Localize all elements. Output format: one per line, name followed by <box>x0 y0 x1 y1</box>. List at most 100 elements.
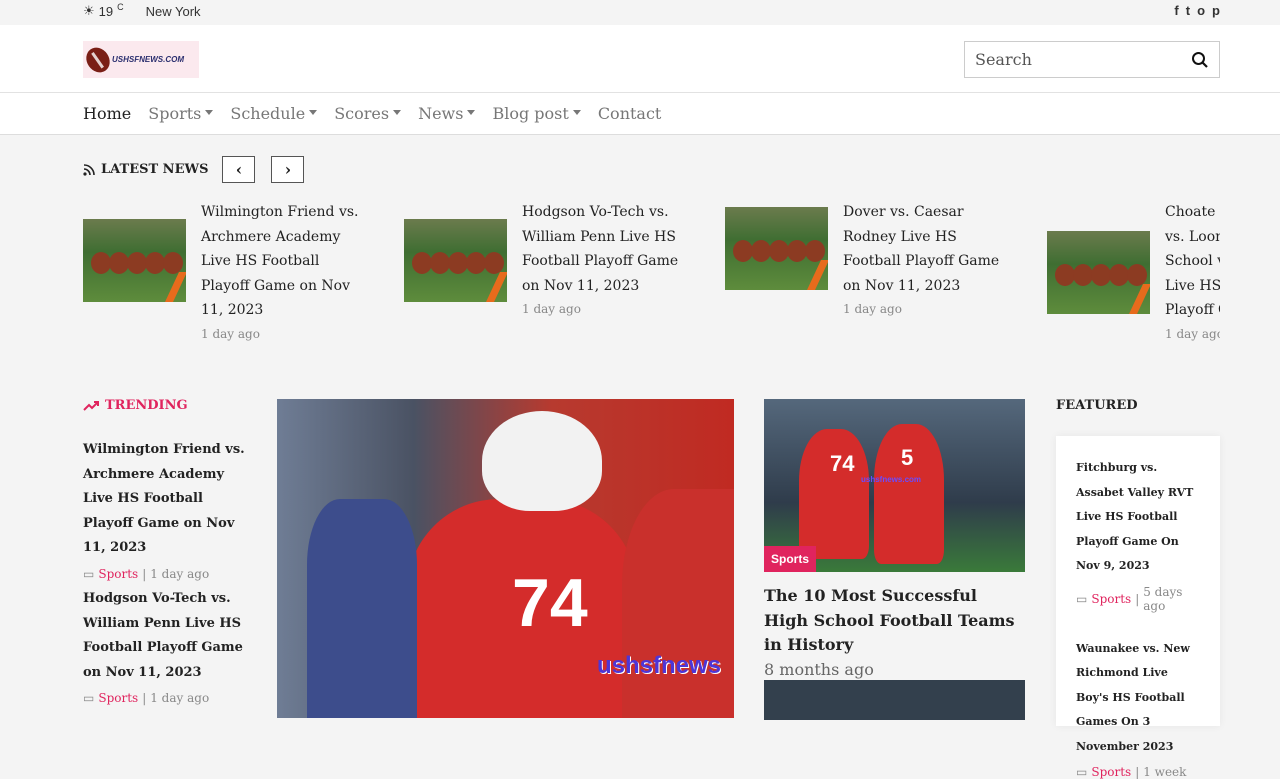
jersey-number: 5 <box>901 445 913 471</box>
jersey-number: 74 <box>512 564 588 642</box>
caret-down-icon <box>467 110 475 115</box>
nav-news[interactable]: News <box>418 104 475 123</box>
meta-separator: | <box>142 567 146 581</box>
nav-contact[interactable]: Contact <box>598 104 662 123</box>
trending-item: Hodgson Vo-Tech vs. William Penn Live HS… <box>83 587 253 705</box>
facebook-icon[interactable]: f <box>1174 3 1178 18</box>
nav-schedule[interactable]: Schedule <box>230 104 317 123</box>
trending-item: Wilmington Friend vs. Archmere Academy L… <box>83 438 253 581</box>
chevron-left-icon: ‹ <box>236 160 242 179</box>
trending-item-title[interactable]: Hodgson Vo-Tech vs. William Penn Live HS… <box>83 587 253 685</box>
jersey-number: 74 <box>830 451 854 477</box>
site-logo[interactable]: USHSFNEWS.COM <box>83 41 199 78</box>
category-link[interactable]: Sports <box>1091 765 1131 779</box>
ticker-title[interactable]: Wilmington Friend vs. Archmere Academy L… <box>201 200 371 323</box>
post-time: 1 day ago <box>150 567 209 581</box>
ticker-time: 1 day ago <box>522 302 692 316</box>
site-header: USHSFNEWS.COM <box>0 25 1280 93</box>
folder-icon: ▭ <box>1076 765 1087 779</box>
image-watermark: ushsfnews <box>597 652 721 680</box>
folder-icon: ▭ <box>83 567 94 581</box>
player-shape <box>799 429 869 559</box>
instagram-icon[interactable]: o <box>1197 3 1205 18</box>
post-time: 1 week <box>1143 765 1186 779</box>
ticker-time: 1 day ago <box>843 302 1013 316</box>
post-time: 1 day ago <box>150 691 209 705</box>
ticker-prev-button[interactable]: ‹ <box>222 156 255 183</box>
ticker-time: 1 day ago <box>1165 327 1220 341</box>
pinterest-icon[interactable]: p <box>1212 3 1220 18</box>
meta-separator: | <box>1135 592 1139 606</box>
article-image[interactable]: 74 5 ushsfnews.com Sports <box>764 399 1025 572</box>
post-time: 5 days ago <box>1143 585 1204 613</box>
twitter-icon[interactable]: t <box>1186 3 1190 18</box>
featured-panel: Fitchburg vs. Assabet Valley RVT Live HS… <box>1056 436 1220 726</box>
top-bar: ☀ 19 C New York f t o p <box>0 0 1280 25</box>
football-logo-icon <box>82 43 115 77</box>
featured-item: Fitchburg vs. Assabet Valley RVT Live HS… <box>1076 456 1204 613</box>
image-watermark: ushsfnews.com <box>861 475 921 484</box>
temperature-unit: C <box>117 2 124 12</box>
sun-icon: ☀ <box>83 3 95 19</box>
spectator-shape <box>307 499 417 718</box>
search-input[interactable] <box>975 50 1191 69</box>
ticker-thumbnail[interactable] <box>725 207 828 290</box>
trending-item-title[interactable]: Wilmington Friend vs. Archmere Academy L… <box>83 438 253 561</box>
player-shape <box>622 489 734 718</box>
nav-label: Sports <box>148 104 201 123</box>
ticker-item[interactable]: Hodgson Vo-Tech vs. William Penn Live HS… <box>404 200 692 316</box>
ticker-next-button[interactable]: › <box>271 156 304 183</box>
folder-icon: ▭ <box>1076 592 1087 606</box>
category-link[interactable]: Sports <box>98 567 138 581</box>
article-card: 74 5 ushsfnews.com Sports The 10 Most Su… <box>764 399 1025 679</box>
category-tag[interactable]: Sports <box>764 546 816 572</box>
caret-down-icon <box>393 110 401 115</box>
trending-header: TRENDING <box>83 398 188 413</box>
nav-sports[interactable]: Sports <box>148 104 213 123</box>
featured-item-title[interactable]: Waunakee vs. New Richmond Live Boy's HS … <box>1076 637 1204 760</box>
article-image[interactable] <box>764 680 1025 720</box>
rss-icon <box>83 164 95 176</box>
search-icon[interactable] <box>1191 51 1209 69</box>
nav-label: Blog post <box>492 104 568 123</box>
hero-image[interactable]: 74 ushsfnews <box>277 399 734 718</box>
nav-label: News <box>418 104 463 123</box>
nav-blog-post[interactable]: Blog post <box>492 104 580 123</box>
meta-separator: | <box>142 691 146 705</box>
helmet-shape <box>482 411 602 511</box>
caret-down-icon <box>573 110 581 115</box>
nav-label: Contact <box>598 104 662 123</box>
logo-text: USHSFNEWS.COM <box>112 55 184 64</box>
trending-title: TRENDING <box>105 398 188 413</box>
ticker-thumbnail[interactable] <box>404 219 507 302</box>
nav-label: Schedule <box>230 104 305 123</box>
city-name: New York <box>146 4 201 19</box>
caret-down-icon <box>205 110 213 115</box>
featured-item: Waunakee vs. New Richmond Live Boy's HS … <box>1076 637 1204 779</box>
ticker-item[interactable]: Choate Rosemary Hall vs. Loomis Chaffee … <box>1047 200 1220 341</box>
ticker-item[interactable]: Dover vs. Caesar Rodney Live HS Football… <box>725 200 1013 316</box>
nav-label: Home <box>83 104 131 123</box>
category-link[interactable]: Sports <box>98 691 138 705</box>
ticker-title[interactable]: Choate Rosemary Hall vs. Loomis Chaffee … <box>1165 200 1220 323</box>
latest-news-title: LATEST NEWS <box>101 162 208 177</box>
nav-scores[interactable]: Scores <box>334 104 401 123</box>
featured-item-title[interactable]: Fitchburg vs. Assabet Valley RVT Live HS… <box>1076 456 1204 579</box>
caret-down-icon <box>309 110 317 115</box>
category-link[interactable]: Sports <box>1091 592 1131 606</box>
weather-widget: ☀ 19 C New York <box>83 3 201 19</box>
main-nav: Home Sports Schedule Scores News Blog po… <box>0 93 1280 135</box>
ticker-thumbnail[interactable] <box>83 219 186 302</box>
ticker-title[interactable]: Dover vs. Caesar Rodney Live HS Football… <box>843 200 1013 298</box>
ticker-item[interactable]: Wilmington Friend vs. Archmere Academy L… <box>83 200 371 341</box>
latest-news-header: LATEST NEWS ‹ › <box>83 156 304 183</box>
trending-up-icon <box>83 400 99 412</box>
latest-news-ticker: Wilmington Friend vs. Archmere Academy L… <box>83 200 1220 360</box>
chevron-right-icon: › <box>285 160 291 179</box>
nav-home[interactable]: Home <box>83 104 131 123</box>
article-title[interactable]: The 10 Most Successful High School Footb… <box>764 584 1025 658</box>
ticker-thumbnail[interactable] <box>1047 231 1150 314</box>
ticker-title[interactable]: Hodgson Vo-Tech vs. William Penn Live HS… <box>522 200 692 298</box>
featured-header: FEATURED <box>1056 398 1138 413</box>
meta-separator: | <box>1135 765 1139 779</box>
